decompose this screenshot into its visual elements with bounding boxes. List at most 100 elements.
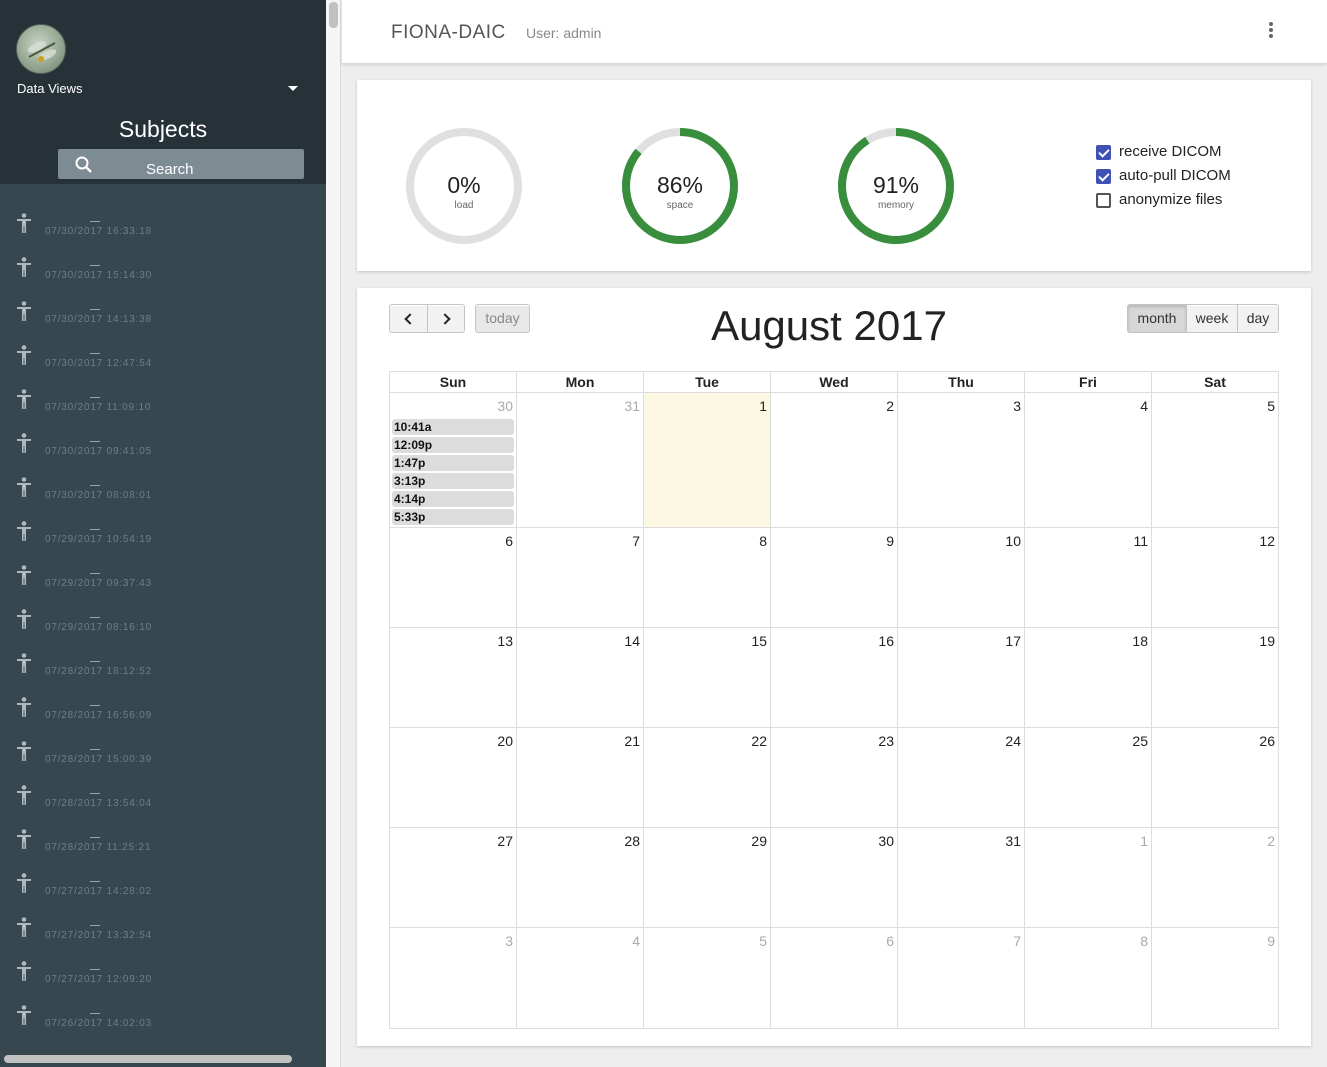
day-number[interactable]: 30 xyxy=(497,398,513,414)
day-cell[interactable]: 3 xyxy=(390,928,517,1028)
day-number[interactable]: 9 xyxy=(886,533,894,549)
anonymize-files-checkbox[interactable] xyxy=(1096,193,1111,208)
day-cell[interactable]: 9 xyxy=(1152,928,1279,1028)
calendar-event[interactable]: 3:13p xyxy=(392,473,514,489)
month-view-button[interactable]: month xyxy=(1127,304,1187,333)
day-number[interactable]: 22 xyxy=(751,733,767,749)
day-cell[interactable]: 28 xyxy=(517,828,644,927)
subject-list-item[interactable]: 07/30/2017 08:08:01 xyxy=(0,454,326,501)
day-cell[interactable]: 10 xyxy=(898,528,1025,627)
day-cell[interactable]: 1 xyxy=(644,393,771,527)
day-number[interactable]: 3 xyxy=(1013,398,1021,414)
day-cell[interactable]: 27 xyxy=(390,828,517,927)
day-number[interactable]: 8 xyxy=(759,533,767,549)
day-number[interactable]: 2 xyxy=(886,398,894,414)
day-number[interactable]: 3 xyxy=(505,933,513,949)
day-number[interactable]: 16 xyxy=(878,633,894,649)
day-number[interactable]: 29 xyxy=(751,833,767,849)
day-number[interactable]: 4 xyxy=(632,933,640,949)
subject-list-item[interactable]: 07/28/2017 18:12:52 xyxy=(0,630,326,677)
day-cell[interactable]: 19 xyxy=(1152,628,1279,727)
day-cell[interactable]: 13 xyxy=(390,628,517,727)
day-cell[interactable]: 23 xyxy=(771,728,898,827)
day-number[interactable]: 21 xyxy=(624,733,640,749)
day-number[interactable]: 17 xyxy=(1005,633,1021,649)
day-number[interactable]: 1 xyxy=(759,398,767,414)
subject-list-item[interactable]: 07/30/2017 14:13:38 xyxy=(0,278,326,325)
day-cell[interactable]: 16 xyxy=(771,628,898,727)
day-number[interactable]: 25 xyxy=(1132,733,1148,749)
day-number[interactable]: 7 xyxy=(632,533,640,549)
auto-pull-dicom-checkbox[interactable] xyxy=(1096,169,1111,184)
day-number[interactable]: 19 xyxy=(1259,633,1275,649)
subject-list-item[interactable]: 07/30/2017 16:33:18 xyxy=(0,190,326,237)
day-cell[interactable]: 1 xyxy=(1025,828,1152,927)
day-number[interactable]: 31 xyxy=(1005,833,1021,849)
caret-down-icon[interactable] xyxy=(288,86,298,91)
day-cell[interactable]: 24 xyxy=(898,728,1025,827)
day-cell[interactable]: 20 xyxy=(390,728,517,827)
day-number[interactable]: 13 xyxy=(497,633,513,649)
subject-list-item[interactable]: 07/28/2017 16:56:09 xyxy=(0,674,326,721)
subject-list-item[interactable]: 07/28/2017 15:00:39 xyxy=(0,718,326,765)
vertical-scrollbar[interactable] xyxy=(329,2,338,28)
day-cell[interactable]: 8 xyxy=(1025,928,1152,1028)
day-cell[interactable]: 26 xyxy=(1152,728,1279,827)
day-cell[interactable]: 7 xyxy=(898,928,1025,1028)
subject-list-item[interactable]: 07/27/2017 12:09:20 xyxy=(0,938,326,985)
subject-list-item[interactable]: 07/29/2017 10:54:19 xyxy=(0,498,326,545)
day-cell[interactable]: 2 xyxy=(771,393,898,527)
calendar-event[interactable]: 12:09p xyxy=(392,437,514,453)
day-number[interactable]: 5 xyxy=(1267,398,1275,414)
day-cell[interactable]: 21 xyxy=(517,728,644,827)
subject-list-item[interactable]: 07/30/2017 15:14:30 xyxy=(0,234,326,281)
day-number[interactable]: 6 xyxy=(505,533,513,549)
day-number[interactable]: 18 xyxy=(1132,633,1148,649)
subject-list-item[interactable]: 07/26/2017 14:02:03 xyxy=(0,982,326,1029)
day-number[interactable]: 26 xyxy=(1259,733,1275,749)
subject-list-item[interactable]: 07/28/2017 13:54:04 xyxy=(0,762,326,809)
day-cell[interactable]: 11 xyxy=(1025,528,1152,627)
receive-dicom-checkbox[interactable] xyxy=(1096,145,1111,160)
week-view-button[interactable]: week xyxy=(1186,304,1238,333)
day-number[interactable]: 8 xyxy=(1140,933,1148,949)
day-number[interactable]: 7 xyxy=(1013,933,1021,949)
day-view-button[interactable]: day xyxy=(1237,304,1279,333)
day-cell[interactable]: 17 xyxy=(898,628,1025,727)
more-vert-icon[interactable] xyxy=(1266,22,1276,42)
day-cell[interactable]: 30 xyxy=(771,828,898,927)
day-cell[interactable]: 22 xyxy=(644,728,771,827)
day-cell[interactable]: 25 xyxy=(1025,728,1152,827)
calendar-event[interactable]: 4:14p xyxy=(392,491,514,507)
dragonfly-logo[interactable] xyxy=(16,24,66,74)
day-number[interactable]: 14 xyxy=(624,633,640,649)
calendar-event[interactable]: 5:33p xyxy=(392,509,514,525)
day-number[interactable]: 6 xyxy=(886,933,894,949)
day-number[interactable]: 11 xyxy=(1133,533,1148,549)
day-number[interactable]: 10 xyxy=(1005,533,1021,549)
day-cell[interactable]: 4 xyxy=(1025,393,1152,527)
horizontal-scrollbar[interactable] xyxy=(4,1055,292,1063)
day-cell[interactable]: 8 xyxy=(644,528,771,627)
day-cell[interactable]: 3 xyxy=(898,393,1025,527)
subject-list-item[interactable]: 07/30/2017 09:41:05 xyxy=(0,410,326,457)
day-number[interactable]: 4 xyxy=(1140,398,1148,414)
day-number[interactable]: 1 xyxy=(1140,833,1148,849)
day-cell[interactable]: 30 10:41a 12:09p 1:47p 3:13p 4:14p 5:33p xyxy=(390,393,517,527)
day-cell[interactable]: 6 xyxy=(771,928,898,1028)
calendar-event[interactable]: 1:47p xyxy=(392,455,514,471)
day-number[interactable]: 27 xyxy=(497,833,513,849)
day-number[interactable]: 28 xyxy=(624,833,640,849)
day-number[interactable]: 31 xyxy=(624,398,640,414)
day-number[interactable]: 30 xyxy=(878,833,894,849)
calendar-event[interactable]: 10:41a xyxy=(392,419,514,435)
day-number[interactable]: 5 xyxy=(759,933,767,949)
day-cell[interactable]: 4 xyxy=(517,928,644,1028)
day-cell[interactable]: 5 xyxy=(644,928,771,1028)
subject-list-item[interactable]: 07/27/2017 13:32:54 xyxy=(0,894,326,941)
day-cell[interactable]: 31 xyxy=(898,828,1025,927)
day-cell[interactable]: 5 xyxy=(1152,393,1279,527)
day-cell[interactable]: 18 xyxy=(1025,628,1152,727)
day-cell[interactable]: 12 xyxy=(1152,528,1279,627)
day-cell[interactable]: 6 xyxy=(390,528,517,627)
